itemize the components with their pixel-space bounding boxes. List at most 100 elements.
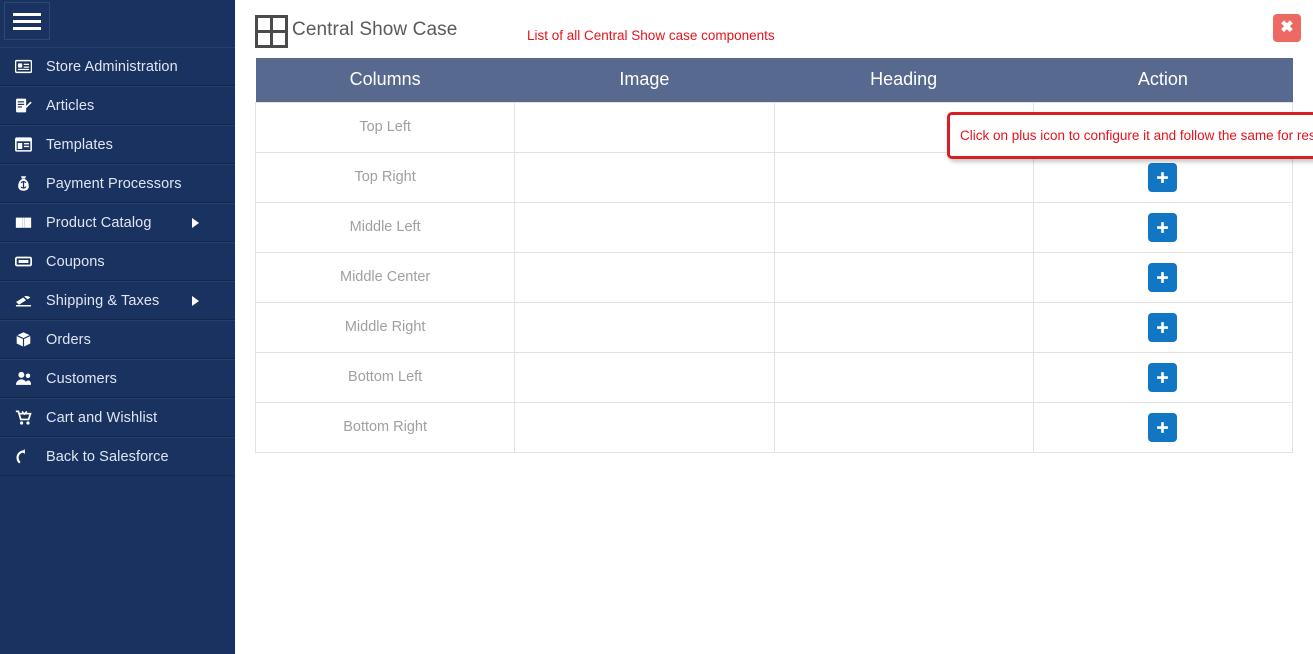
grid-cell bbox=[273, 33, 285, 45]
cell-columns: Top Right bbox=[254, 152, 516, 203]
cell-columns: Middle Center bbox=[254, 252, 516, 303]
sidebar-item-store-administration[interactable]: Store Administration bbox=[0, 47, 235, 86]
cell-columns: Bottom Right bbox=[254, 402, 516, 453]
id-card-icon bbox=[0, 58, 46, 75]
cell-columns: Bottom Left bbox=[254, 352, 516, 403]
sidebar-item-label: Orders bbox=[46, 331, 91, 348]
grid-cell bbox=[273, 18, 285, 30]
cell-action bbox=[1033, 352, 1294, 403]
box-icon bbox=[0, 331, 46, 348]
sidebar-item-orders[interactable]: Orders bbox=[0, 320, 235, 359]
sidebar-item-customers[interactable]: Customers bbox=[0, 359, 235, 398]
table-row: Top Right bbox=[254, 152, 1294, 203]
sidebar-item-label: Cart and Wishlist bbox=[46, 409, 158, 426]
page-header: Central Show Case List of all Central Sh… bbox=[235, 0, 1313, 58]
sidebar-item-payment-processors[interactable]: Payment Processors bbox=[0, 164, 235, 203]
page-title: Central Show Case bbox=[292, 19, 458, 40]
sidebar-item-label: Customers bbox=[46, 370, 117, 387]
table-row: Bottom Left bbox=[254, 352, 1294, 403]
column-header-action: Action bbox=[1033, 58, 1293, 102]
cell-image bbox=[514, 152, 775, 203]
add-component-button[interactable] bbox=[1148, 162, 1178, 192]
hamburger-icon[interactable] bbox=[4, 2, 50, 40]
plus-icon bbox=[1157, 321, 1169, 333]
cell-action bbox=[1033, 302, 1294, 353]
column-header-image: Image bbox=[514, 58, 774, 102]
add-component-button[interactable] bbox=[1148, 362, 1178, 392]
table-row: Bottom Right bbox=[254, 402, 1294, 453]
cell-heading bbox=[774, 152, 1034, 203]
chevron-right-icon bbox=[192, 217, 199, 228]
sidebar-item-label: Store Administration bbox=[46, 58, 178, 75]
article-edit-icon bbox=[0, 97, 46, 114]
money-bag-icon bbox=[0, 175, 46, 192]
sidebar-item-label: Articles bbox=[46, 97, 95, 114]
main-content: Central Show Case List of all Central Sh… bbox=[235, 0, 1313, 654]
plus-icon bbox=[1157, 421, 1169, 433]
cell-action bbox=[1033, 202, 1294, 253]
cell-action bbox=[1033, 152, 1294, 203]
app-root: Store Administration Articles Templates Pay… bbox=[0, 0, 1313, 654]
sidebar-item-product-catalog[interactable]: Product Catalog bbox=[0, 203, 235, 242]
cell-image bbox=[514, 252, 775, 303]
cell-image bbox=[514, 402, 775, 453]
cell-image bbox=[514, 302, 775, 353]
grid-cell bbox=[258, 18, 270, 30]
add-component-button[interactable] bbox=[1148, 412, 1178, 442]
book-icon bbox=[0, 214, 46, 231]
ticket-icon bbox=[0, 253, 46, 270]
add-component-button[interactable] bbox=[1148, 212, 1178, 242]
cell-action bbox=[1033, 252, 1294, 303]
sidebar-item-label: Back to Salesforce bbox=[46, 448, 169, 465]
cell-heading bbox=[774, 352, 1034, 403]
callout-text: Click on plus icon to configure it and f… bbox=[960, 128, 1313, 143]
sidebar-item-label: Templates bbox=[46, 136, 113, 153]
sidebar-item-shipping-taxes[interactable]: Shipping & Taxes bbox=[0, 281, 235, 320]
grid-2x2-icon bbox=[255, 15, 288, 48]
hamburger-bar bbox=[13, 12, 41, 16]
users-icon bbox=[0, 370, 46, 387]
table-header-row: Columns Image Heading Action bbox=[255, 58, 1293, 102]
cell-image bbox=[514, 101, 775, 153]
header-note: List of all Central Show case components bbox=[527, 28, 775, 43]
column-header-heading: Heading bbox=[774, 58, 1034, 102]
cell-heading bbox=[774, 402, 1034, 453]
cell-image bbox=[514, 352, 775, 403]
plus-icon bbox=[1157, 271, 1169, 283]
sidebar-item-templates[interactable]: Templates bbox=[0, 125, 235, 164]
add-component-button[interactable] bbox=[1148, 312, 1178, 342]
sidebar-item-label: Payment Processors bbox=[46, 175, 182, 192]
sidebar-item-label: Coupons bbox=[46, 253, 105, 270]
grid-cell bbox=[258, 33, 270, 45]
sidebar-item-label: Shipping & Taxes bbox=[46, 292, 160, 309]
sidebar-item-back-to-salesforce[interactable]: Back to Salesforce bbox=[0, 437, 235, 476]
table-row: Middle Left bbox=[254, 202, 1294, 253]
layout-template-icon bbox=[0, 136, 46, 153]
plus-icon bbox=[1157, 221, 1169, 233]
plus-icon bbox=[1157, 371, 1169, 383]
sidebar-nav: Store Administration Articles Templates Pay… bbox=[0, 47, 235, 476]
sidebar-item-coupons[interactable]: Coupons bbox=[0, 242, 235, 281]
cell-action bbox=[1033, 402, 1294, 453]
cell-columns: Middle Left bbox=[254, 202, 516, 253]
column-header-columns: Columns bbox=[255, 58, 515, 102]
chevron-right-icon bbox=[192, 295, 199, 306]
close-button[interactable]: ✖ bbox=[1273, 14, 1301, 42]
cell-columns: Middle Right bbox=[254, 302, 516, 353]
shopping-cart-icon bbox=[0, 409, 46, 426]
cell-image bbox=[514, 202, 775, 253]
cell-columns: Top Left bbox=[254, 101, 516, 153]
table-head: Columns Image Heading Action bbox=[255, 58, 1293, 102]
sidebar-item-cart-and-wishlist[interactable]: Cart and Wishlist bbox=[0, 398, 235, 437]
sidebar-item-articles[interactable]: Articles bbox=[0, 86, 235, 125]
cell-heading bbox=[774, 202, 1034, 253]
hamburger-bar bbox=[13, 19, 41, 23]
plus-icon bbox=[1157, 171, 1169, 183]
sidebar-item-label: Product Catalog bbox=[46, 214, 152, 231]
cell-heading bbox=[774, 252, 1034, 303]
add-component-button[interactable] bbox=[1148, 262, 1178, 292]
hamburger-bar bbox=[13, 26, 41, 30]
table-row: Middle Right bbox=[254, 302, 1294, 353]
shipping-truck-icon bbox=[0, 292, 46, 309]
cell-heading bbox=[774, 302, 1034, 353]
